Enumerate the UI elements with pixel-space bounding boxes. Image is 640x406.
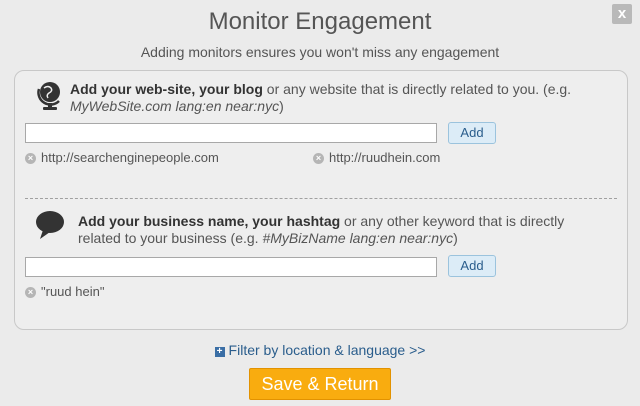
remove-chip-icon[interactable]: × bbox=[25, 287, 36, 298]
website-chip-label: http://ruudhein.com bbox=[329, 150, 441, 165]
dialog-title: Monitor Engagement bbox=[208, 8, 432, 35]
filter-location-language-link[interactable]: + Filter by location & language >> bbox=[0, 342, 640, 358]
speech-bubble-icon bbox=[36, 211, 64, 239]
plus-icon: + bbox=[214, 347, 225, 357]
keyword-chip: × "ruud hein" bbox=[25, 284, 104, 299]
add-keyword-button[interactable]: Add bbox=[448, 255, 496, 277]
keyword-chip-label: "ruud hein" bbox=[41, 284, 105, 299]
website-heading-text: or any website that is directly related … bbox=[262, 81, 572, 97]
close-icon[interactable]: x bbox=[612, 4, 632, 24]
add-website-button[interactable]: Add bbox=[448, 122, 496, 144]
monitors-panel: Add your web-site, your blog or any webs… bbox=[14, 70, 628, 330]
website-input[interactable] bbox=[25, 123, 437, 143]
website-section-heading: Add your web-site, your blog or any webs… bbox=[70, 81, 580, 115]
keyword-heading-example: #MyBizName lang:en near:nyc bbox=[262, 230, 454, 246]
filter-link-label: Filter by location & language >> bbox=[228, 342, 426, 358]
remove-chip-icon[interactable]: × bbox=[25, 153, 36, 164]
keyword-input[interactable] bbox=[25, 257, 437, 277]
keyword-heading-bold: Add your business name, your hashtag bbox=[78, 213, 341, 229]
website-heading-end: ) bbox=[279, 98, 284, 114]
save-return-button[interactable]: Save & Return bbox=[249, 368, 391, 400]
website-chip: × http://ruudhein.com bbox=[313, 150, 440, 165]
section-divider bbox=[25, 198, 617, 199]
globe-icon bbox=[37, 82, 60, 110]
website-chip: × http://searchenginepeople.com bbox=[25, 150, 219, 165]
dialog-subtitle: Adding monitors ensures you won't miss a… bbox=[140, 44, 500, 60]
website-heading-example: MyWebSite.com lang:en near:nyc bbox=[70, 98, 280, 114]
website-heading-bold: Add your web-site, your blog bbox=[70, 81, 263, 97]
keyword-section-heading: Add your business name, your hashtag or … bbox=[78, 213, 578, 247]
monitor-engagement-dialog: Monitor Engagement Adding monitors ensur… bbox=[0, 0, 640, 406]
keyword-heading-end: ) bbox=[453, 230, 458, 246]
remove-chip-icon[interactable]: × bbox=[313, 153, 324, 164]
website-chip-label: http://searchenginepeople.com bbox=[41, 150, 219, 165]
